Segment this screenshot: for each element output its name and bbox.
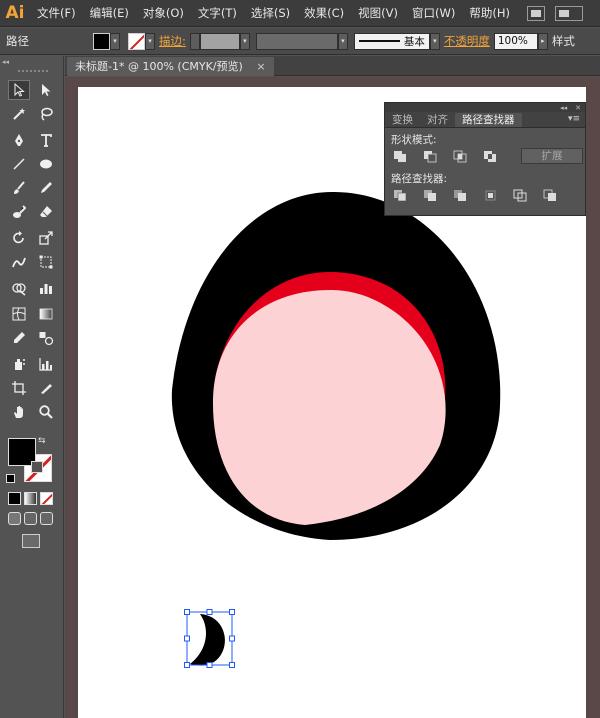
selection-handle[interactable] — [229, 662, 235, 668]
panel-title-bar[interactable]: ◂◂ ✕ — [385, 103, 585, 112]
pathfinders-label: 路径查找器: — [391, 173, 448, 185]
selection-handle[interactable] — [184, 662, 190, 668]
unite-icon[interactable] — [393, 150, 408, 163]
shape-modes-row: 扩展 — [385, 145, 585, 167]
stroke-inner-box — [31, 461, 43, 473]
expand-button[interactable]: 扩展 — [521, 148, 583, 164]
trim-icon[interactable] — [423, 189, 438, 202]
selection-handle[interactable] — [184, 609, 190, 615]
panel-close-icon[interactable]: ✕ — [575, 104, 581, 112]
tab-align[interactable]: 对齐 — [420, 113, 455, 127]
merge-icon[interactable] — [453, 189, 468, 202]
exclude-icon[interactable] — [483, 150, 498, 163]
minus-back-icon[interactable] — [543, 189, 558, 202]
tab-pathfinder[interactable]: 路径查找器 — [455, 113, 522, 127]
black-crescent-shape[interactable] — [190, 614, 225, 666]
panel-menu-icon[interactable]: ▾≡ — [568, 114, 580, 124]
tab-transform[interactable]: 变换 — [385, 113, 420, 127]
selection-handle[interactable] — [184, 635, 190, 642]
crop-icon[interactable] — [483, 189, 498, 202]
selection-handle[interactable] — [206, 662, 213, 668]
intersect-icon[interactable] — [453, 150, 468, 163]
selection-handle[interactable] — [206, 609, 213, 615]
minus-front-icon[interactable] — [423, 150, 438, 163]
panel-collapse-icon[interactable]: ◂◂ — [560, 104, 567, 112]
selection-handle[interactable] — [229, 635, 235, 642]
divide-icon[interactable] — [393, 189, 408, 202]
pathfinder-panel: ◂◂ ✕ 变换 对齐 路径查找器 ▾≡ 形状模式: 扩展 路径查找器: — [384, 102, 586, 216]
pathfinders-row — [385, 184, 585, 206]
selection-handle[interactable] — [229, 609, 235, 615]
panel-tabs: 变换 对齐 路径查找器 ▾≡ — [385, 112, 585, 128]
outline-icon[interactable] — [513, 189, 528, 202]
shape-modes-label: 形状模式: — [391, 134, 437, 146]
illustrator-window: Ai 文件(F) 编辑(E) 对象(O) 文字(T) 选择(S) 效果(C) 视… — [0, 0, 600, 718]
